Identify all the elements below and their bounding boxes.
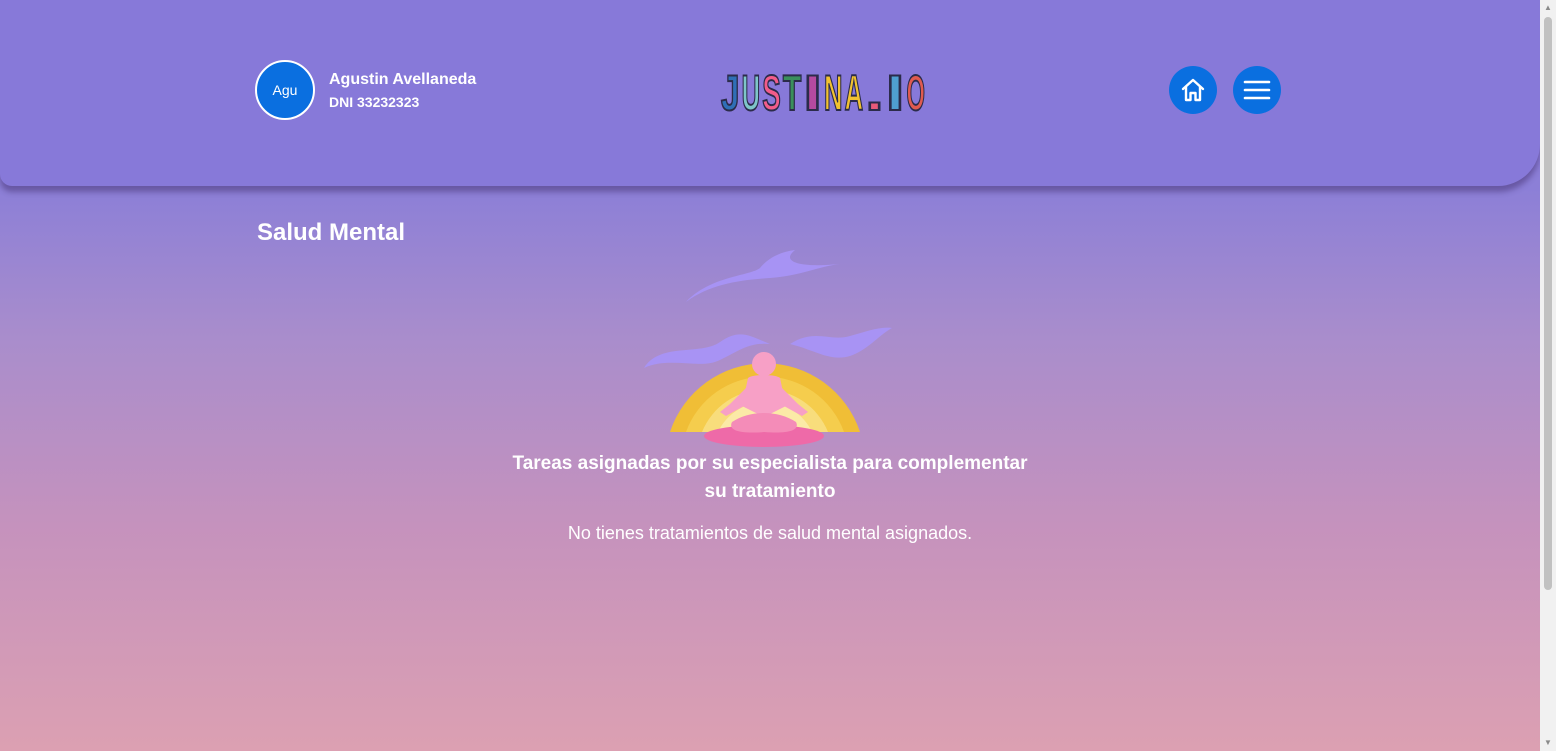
menu-button[interactable] <box>1233 66 1281 114</box>
logo-letter: . <box>865 65 884 116</box>
meditation-illustration <box>644 250 892 447</box>
logo-letter: O <box>906 65 925 116</box>
avatar[interactable]: Agu <box>255 60 315 120</box>
avatar-initials: Agu <box>272 82 298 98</box>
logo-letter: A <box>845 65 864 116</box>
app-header: Agu Agustin Avellaneda DNI 33232323 JUST… <box>0 0 1540 186</box>
scroll-up-arrow-icon[interactable]: ▲ <box>1540 0 1556 16</box>
tasks-heading: Tareas asignadas por su especialista par… <box>512 453 1028 502</box>
home-button[interactable] <box>1169 66 1217 114</box>
logo-letter: T <box>783 65 802 116</box>
logo-letter: I <box>803 65 822 116</box>
logo-letter: N <box>824 65 843 116</box>
scrollbar-thumb[interactable] <box>1544 17 1552 590</box>
home-icon <box>1181 78 1205 102</box>
empty-state-message: No tienes tratamientos de salud mental a… <box>567 523 973 543</box>
justina-logo[interactable]: JUSTINA.IO <box>720 64 926 116</box>
vertical-scrollbar[interactable]: ▲ ▼ <box>1540 0 1556 751</box>
logo-letter: S <box>762 65 781 116</box>
user-dni: DNI 33232323 <box>329 94 420 110</box>
logo-letter: U <box>742 65 761 116</box>
scroll-down-arrow-icon[interactable]: ▼ <box>1540 735 1556 751</box>
logo-letter: J <box>721 65 740 116</box>
logo-letter: I <box>886 65 905 116</box>
user-name: Agustin Avellaneda <box>329 71 477 88</box>
hamburger-menu-icon <box>1243 80 1271 100</box>
page-title: Salud Mental <box>257 219 406 246</box>
